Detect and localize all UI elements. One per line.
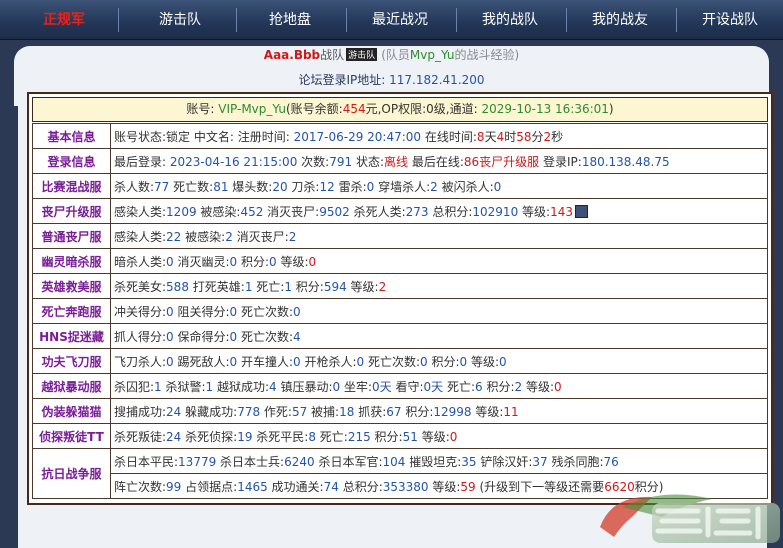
- row-values: 杀死叛徒:24 杀死侦探:19 杀死平民:8 死亡:215 积分:51 等级:0: [110, 423, 768, 449]
- row-label: 普通丧尸服: [32, 223, 111, 249]
- table-row: 抗日战争服 杀日本平民:13779 杀日本士兵:6240 杀日本军官:104 摧毁…: [32, 448, 768, 499]
- account-balance: 454: [342, 102, 366, 116]
- row-values: 暗杀人类:0 消灭幽灵:0 积分:0 等级:0: [110, 248, 768, 274]
- table-row: 比赛混战服 杀人数:77 死亡数:81 爆头数:20 刀杀:12 雷杀:0 穿墙杀…: [32, 173, 768, 199]
- table-row: 普通丧尸服 感染人类:22 被感染:2 消灭丧尸:2: [32, 223, 768, 249]
- nav-tab-wodezhandui[interactable]: 我的战队: [456, 0, 564, 40]
- nav-separator: [118, 8, 119, 32]
- row-label: 幽灵暗杀服: [32, 248, 111, 274]
- table-row: 英雄救美服 杀死美女:588 打死英雄:1 死亡:1 积分:594 等级:2: [32, 273, 768, 299]
- stats-box: 账号: VIP-Mvp_Yu(账号余额:454元,OP权限:0级,通道: 202…: [27, 92, 773, 505]
- account-id: VIP-Mvp_Yu: [218, 102, 286, 116]
- row-label: 抗日战争服: [32, 448, 111, 499]
- nav-tab-qiangdipan[interactable]: 抢地盘: [236, 0, 344, 40]
- table-row: 伪装躲猫猫 搜捕成功:24 躲藏成功:778 作死:57 被捕:18 抓获:67 …: [32, 398, 768, 424]
- row-label: 死亡奔跑服: [32, 298, 111, 324]
- site-watermark-logo: [600, 494, 780, 543]
- page-title: Aaa.Bbb战队 游击队 (队员Mvp_Yu的战斗经验): [0, 46, 783, 63]
- row-values: 最后登录: 2023-04-16 21:15:00 次数:791 状态:离线 最…: [110, 148, 768, 174]
- table-row: 基本信息 账号状态:锁定 中文名: 注册时间: 2017-06-29 20:47…: [32, 123, 768, 149]
- stats-table: 基本信息 账号状态:锁定 中文名: 注册时间: 2017-06-29 20:47…: [32, 123, 768, 499]
- nav-tab-zuijinzhankuang[interactable]: 最近战况: [346, 0, 454, 40]
- row-label: 丧尸升级服: [32, 198, 111, 224]
- row-label: 越狱暴动服: [32, 373, 111, 399]
- row-values: 杀人数:77 死亡数:81 爆头数:20 刀杀:12 雷杀:0 穿墙杀人:2 被…: [110, 173, 768, 199]
- forum-ip-value: 117.182.41.200: [389, 73, 485, 87]
- clan-name[interactable]: Aaa.Bbb: [264, 48, 320, 62]
- table-row: HNS捉迷藏 抓人得分:0 保命得分:0 死亡次数:4: [32, 323, 768, 349]
- row-values: 搜捕成功:24 躲藏成功:778 作死:57 被捕:18 抓获:67 积分:12…: [110, 398, 768, 424]
- row-values: 冲关得分:0 阻关得分:0 死亡次数:0: [110, 298, 768, 324]
- nav-tab-zhengguijun[interactable]: 正规军: [18, 0, 110, 40]
- row-values: 感染人类:1209 被感染:452 消灭丧尸:9502 杀死人类:273 总积分…: [110, 198, 768, 224]
- clan-type-tag: 游击队: [346, 48, 378, 61]
- table-row: 死亡奔跑服 冲关得分:0 阻关得分:0 死亡次数:0: [32, 298, 768, 324]
- nav-tab-wodezhanyou[interactable]: 我的战友: [566, 0, 674, 40]
- row-label: 侦探叛徒TT: [32, 423, 111, 449]
- row-values: 抓人得分:0 保命得分:0 死亡次数:4: [110, 323, 768, 349]
- row-label: 英雄救美服: [32, 273, 111, 299]
- title-note: (队员Mvp_Yu的战斗经验): [381, 48, 520, 62]
- row-label: 功夫飞刀服: [32, 348, 111, 374]
- row-values: 感染人类:22 被感染:2 消灭丧尸:2: [110, 223, 768, 249]
- table-row: 丧尸升级服 感染人类:1209 被感染:452 消灭丧尸:9502 杀死人类:27…: [32, 198, 768, 224]
- row-label: 登录信息: [32, 148, 111, 174]
- row-label: 比赛混战服: [32, 173, 111, 199]
- account-bar: 账号: VIP-Mvp_Yu(账号余额:454元,OP权限:0级,通道: 202…: [32, 97, 768, 122]
- row-values: 杀囚犯:1 杀狱警:1 越狱成功:4 镇压暴动:0 坐牢:0天 看守:0天 死亡…: [110, 373, 768, 399]
- top-nav: 正规军 游击队 抢地盘 最近战况 我的战队 我的战友 开设战队: [0, 0, 783, 40]
- table-row: 登录信息 最后登录: 2023-04-16 21:15:00 次数:791 状态…: [32, 148, 768, 174]
- rank-badge-icon: [574, 204, 588, 218]
- nav-tab-kaishezhandui[interactable]: 开设战队: [676, 0, 783, 40]
- channel-date: 2029-10-13 16:36:01: [481, 102, 609, 116]
- row-label: 伪装躲猫猫: [32, 398, 111, 424]
- nav-tab-youjidui[interactable]: 游击队: [126, 0, 234, 40]
- clan-suffix: 战队: [320, 48, 345, 62]
- row-label: 基本信息: [32, 123, 111, 149]
- row-values: 账号状态:锁定 中文名: 注册时间: 2017-06-29 20:47:00 在…: [110, 123, 768, 149]
- forum-ip-label: 论坛登录IP地址:: [298, 73, 386, 87]
- table-row: 幽灵暗杀服 暗杀人类:0 消灭幽灵:0 积分:0 等级:0: [32, 248, 768, 274]
- table-row: 功夫飞刀服 飞刀杀人:0 踢死敌人:0 开车撞人:0 开枪杀人:0 死亡次数:0 …: [32, 348, 768, 374]
- table-row: 侦探叛徒TT 杀死叛徒:24 杀死侦探:19 杀死平民:8 死亡:215 积分:5…: [32, 423, 768, 449]
- row-values: 杀日本平民:13779 杀日本士兵:6240 杀日本军官:104 摧毁坦克:35…: [110, 448, 768, 474]
- row-label: HNS捉迷藏: [32, 323, 111, 349]
- row-values: 杀死美女:588 打死英雄:1 死亡:1 积分:594 等级:2: [110, 273, 768, 299]
- table-row: 越狱暴动服 杀囚犯:1 杀狱警:1 越狱成功:4 镇压暴动:0 坐牢:0天 看守:…: [32, 373, 768, 399]
- forum-ip: 论坛登录IP地址: 117.182.41.200: [0, 71, 783, 88]
- row-values: 飞刀杀人:0 踢死敌人:0 开车撞人:0 开枪杀人:0 死亡次数:0 积分:0 …: [110, 348, 768, 374]
- player-name[interactable]: Mvp_Yu: [410, 48, 455, 62]
